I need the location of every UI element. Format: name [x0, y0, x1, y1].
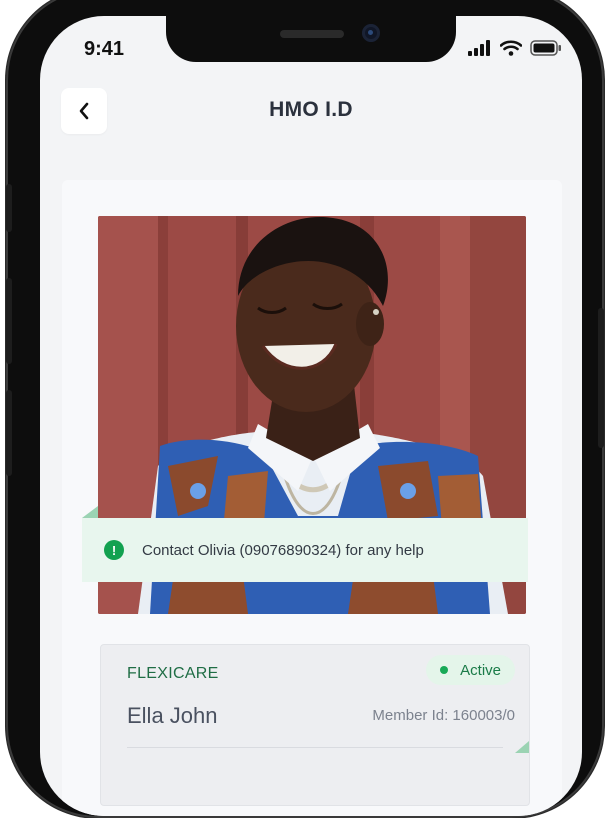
battery-icon	[530, 40, 562, 61]
help-notice-text: Contact Olivia (09076890324) for any hel…	[142, 541, 424, 559]
status-time: 9:41	[84, 38, 125, 60]
hmo-id-card: ! Contact Olivia (09076890324) for any h…	[62, 180, 562, 816]
notice-corner-accent	[82, 506, 98, 518]
silent-switch	[6, 184, 12, 232]
member-info-panel: FLEXICARE Active Ella John Member Id: 16…	[100, 644, 530, 806]
notch	[166, 16, 456, 62]
phone-screen: 9:41 HMO I.D ! Contact Olivia (090768903…	[40, 16, 582, 816]
member-id: Member Id: 160003/0	[372, 707, 515, 724]
volume-down-button	[6, 390, 12, 476]
power-button	[598, 308, 604, 448]
front-camera	[362, 24, 380, 42]
speaker-grille	[280, 30, 344, 38]
wifi-icon	[499, 40, 523, 61]
plan-name: FLEXICARE	[127, 665, 219, 682]
signal-icon	[468, 40, 492, 61]
status-icons	[468, 40, 562, 61]
divider	[127, 747, 503, 748]
member-name: Ella John	[127, 703, 218, 728]
status-badge: Active	[426, 655, 515, 685]
alert-icon: !	[104, 540, 124, 560]
phone-frame: 9:41 HMO I.D ! Contact Olivia (090768903…	[6, 0, 604, 818]
status-dot-icon	[440, 666, 449, 674]
volume-up-button	[6, 278, 12, 364]
page-title: HMO I.D	[269, 98, 353, 121]
help-notice: ! Contact Olivia (09076890324) for any h…	[82, 518, 528, 582]
status-label: Active	[460, 661, 501, 679]
panel-corner-accent	[515, 741, 529, 753]
